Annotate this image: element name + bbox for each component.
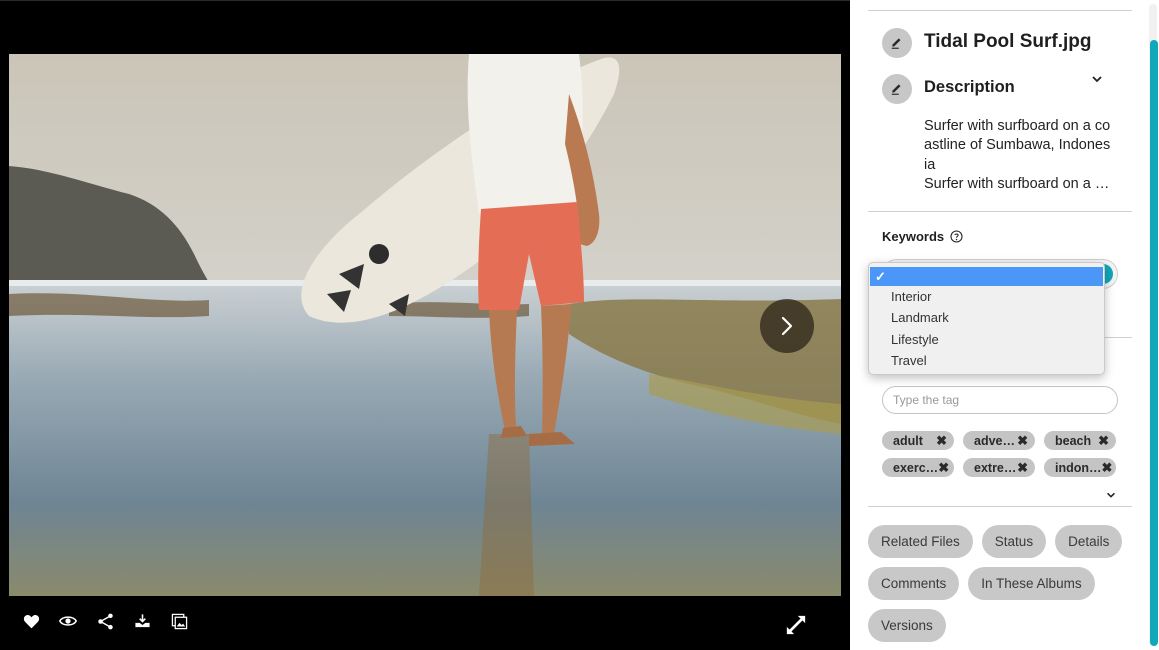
eye-icon: [59, 616, 77, 626]
chevron-down-icon: [1092, 76, 1102, 83]
tags-expand-button[interactable]: [1105, 488, 1117, 500]
tag-input[interactable]: [882, 386, 1118, 414]
download-button[interactable]: [133, 612, 151, 630]
keyword-category-dropdown: ✓ Interior Landmark Lifestyle Travel: [868, 262, 1105, 375]
divider: [868, 506, 1132, 507]
scrollbar-thumb[interactable]: [1150, 40, 1158, 646]
dropdown-option-travel[interactable]: Travel: [869, 350, 1104, 371]
favorite-button[interactable]: [22, 612, 40, 630]
remove-tag-icon[interactable]: ✖: [1102, 461, 1113, 474]
description-line: astline of Sumbawa, Indones: [924, 137, 1111, 154]
dropdown-option-landmark[interactable]: Landmark: [869, 307, 1104, 328]
preview-button[interactable]: [59, 612, 77, 630]
tag-chip: beach ✖: [1044, 431, 1116, 450]
fullscreen-icon: [786, 615, 806, 635]
tag-chip: extre… ✖: [963, 458, 1035, 477]
share-button[interactable]: [96, 612, 114, 630]
dropdown-option-empty[interactable]: ✓: [870, 267, 1103, 286]
pencil-icon: [891, 84, 901, 95]
description-line: ia: [924, 156, 936, 173]
edit-title-button[interactable]: [882, 28, 912, 58]
main-photo: [9, 54, 841, 596]
fullscreen-button[interactable]: [785, 614, 807, 636]
gallery-button[interactable]: [170, 612, 188, 630]
share-icon: [97, 613, 113, 629]
divider: [868, 211, 1132, 212]
checkmark-icon: ✓: [875, 268, 886, 284]
image-viewer: [0, 0, 850, 650]
description-text: Surfer with surfboard on a co astline of…: [924, 117, 1124, 194]
download-icon: [134, 613, 150, 627]
versions-button[interactable]: Versions: [868, 609, 946, 642]
tag-list: adult ✖ adve… ✖ beach ✖ exerc… ✖ extre… …: [882, 431, 1122, 477]
remove-tag-icon[interactable]: ✖: [936, 434, 947, 447]
edit-description-button[interactable]: [882, 74, 912, 104]
gallery-icon: [171, 613, 187, 629]
related-files-button[interactable]: Related Files: [868, 525, 973, 558]
chevron-right-icon: [781, 316, 793, 336]
status-button[interactable]: Status: [981, 525, 1047, 558]
keywords-heading: Keywords: [882, 229, 963, 244]
chevron-down-icon: [1107, 492, 1115, 498]
description-label: Description: [924, 78, 1015, 96]
section-buttons: Related Files Status Details Comments In…: [868, 525, 1128, 642]
in-these-albums-button[interactable]: In These Albums: [968, 567, 1095, 600]
description-expand-button[interactable]: [1090, 72, 1104, 86]
next-image-button[interactable]: [760, 299, 814, 353]
tag-chip: exerc… ✖: [882, 458, 954, 477]
remove-tag-icon[interactable]: ✖: [938, 461, 949, 474]
remove-tag-icon[interactable]: ✖: [1017, 461, 1028, 474]
tag-chip: adult ✖: [882, 431, 954, 450]
heart-icon: [23, 614, 39, 628]
tag-chip: adve… ✖: [963, 431, 1035, 450]
details-button[interactable]: Details: [1055, 525, 1123, 558]
description-line: Surfer with surfboard on a co: [924, 118, 1111, 134]
pencil-icon: [891, 38, 901, 49]
dropdown-option-lifestyle[interactable]: Lifestyle: [869, 329, 1104, 350]
keywords-label: Keywords: [882, 229, 945, 244]
file-title: Tidal Pool Surf.jpg: [924, 31, 1092, 52]
comments-button[interactable]: Comments: [868, 567, 960, 600]
photo-illustration: [9, 54, 841, 596]
dropdown-option-interior[interactable]: Interior: [869, 286, 1104, 307]
divider: [868, 10, 1132, 11]
remove-tag-icon[interactable]: ✖: [1098, 434, 1109, 447]
help-icon[interactable]: [950, 230, 963, 243]
tag-chip: indon… ✖: [1044, 458, 1116, 477]
remove-tag-icon[interactable]: ✖: [1017, 434, 1028, 447]
asset-details-panel: Tidal Pool Surf.jpg Description Surfer w…: [850, 0, 1159, 650]
description-line: Surfer with surfboard on a …: [924, 175, 1110, 192]
viewer-toolbar: [22, 612, 188, 630]
